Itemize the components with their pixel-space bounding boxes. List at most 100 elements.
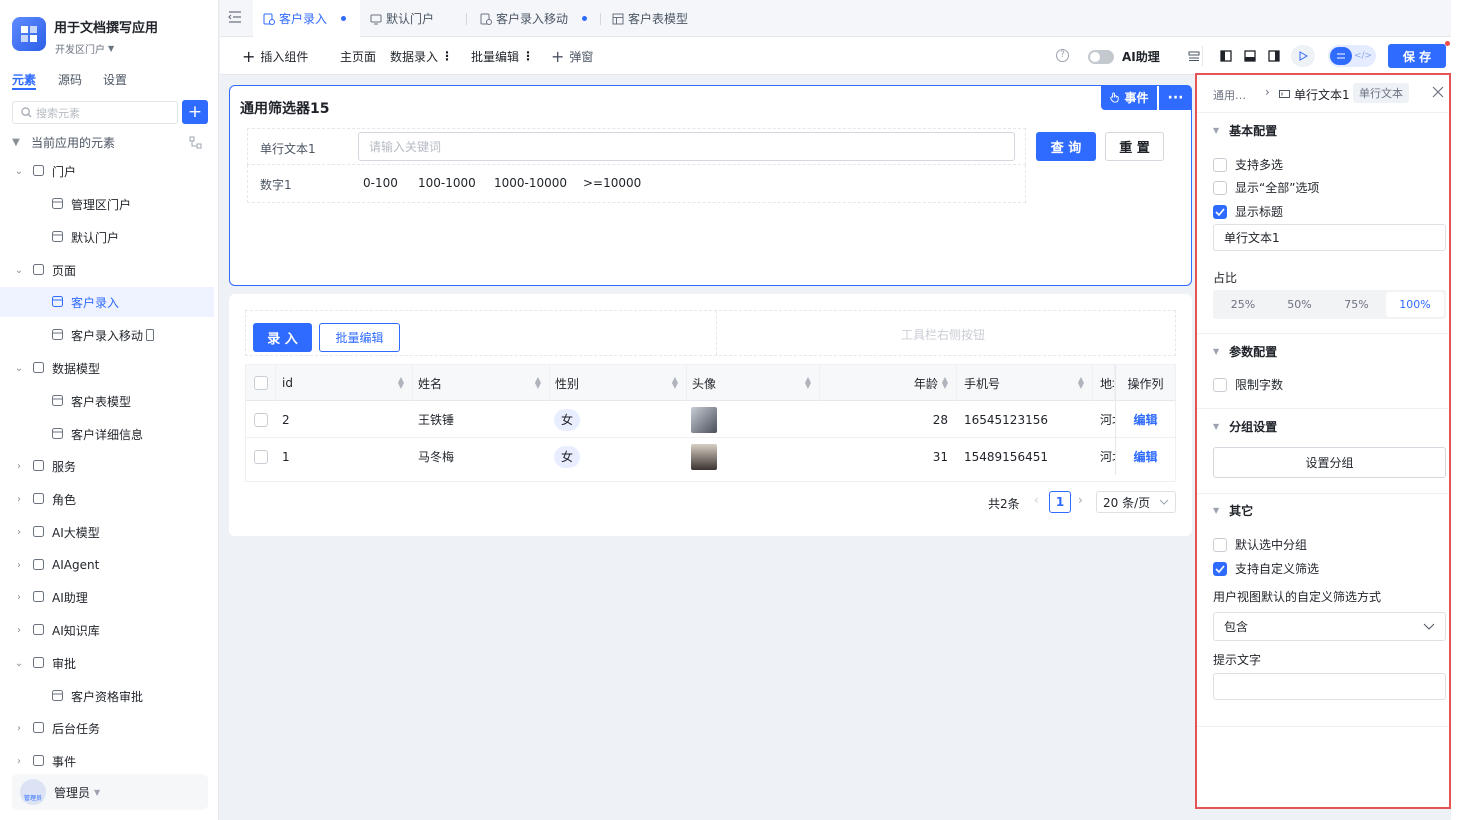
ratio-100[interactable]: 100% [1386,292,1444,317]
chevron-right-icon[interactable]: › [12,723,26,734]
sidebar-item[interactable]: › 后台任务 [0,713,214,743]
user-menu[interactable]: 管理员 管理员 ▼ [12,774,208,810]
code-mode-icon[interactable]: </> [1352,47,1374,65]
row-checkbox[interactable] [254,412,268,427]
avatar-image[interactable] [691,443,717,470]
mode-switch[interactable]: </> [1328,45,1376,67]
close-icon[interactable] [1432,86,1444,98]
breadcrumb-parent[interactable]: 通用… [1213,87,1246,103]
custom-mode-select[interactable]: 包含 [1213,612,1446,641]
tab-customer-entry[interactable]: 客户录入 [253,0,360,37]
table-row[interactable]: 1 马冬梅 女 31 15489156451 河北编辑 [246,438,1175,475]
option-multi[interactable]: 支持多选 [1213,156,1283,173]
insert-component-button[interactable]: + 插入组件 [242,37,308,75]
sidebar-item[interactable]: › 角色 [0,484,214,514]
chevron-right-icon[interactable]: › [12,461,26,472]
sidebar-item[interactable]: ⌄ 页面 [0,255,214,285]
ratio-75[interactable]: 75% [1328,292,1385,317]
sort-icon[interactable]: ▲ ▼ [1078,376,1084,390]
next-page-icon[interactable]: › [1078,493,1083,507]
sidebar-item[interactable]: › AIAgent [0,550,214,580]
sidebar-item[interactable]: 客户录入 [0,287,214,317]
sort-icon[interactable]: ▲ ▼ [942,376,948,390]
collapse-all-icon[interactable] [189,136,202,149]
show-all-checkbox[interactable] [1213,180,1227,195]
sidebar-item[interactable]: ⌄ 审批 [0,648,214,678]
layout-icon[interactable] [1188,50,1200,62]
tab-source[interactable]: 源码 [58,71,82,88]
sort-icon[interactable]: ▲ ▼ [398,376,404,390]
sidebar-item[interactable]: › AI知识库 [0,615,214,645]
avatar-image[interactable] [691,406,717,433]
search-input[interactable]: 搜索元素 [36,105,80,121]
range-option[interactable]: 100-1000 [418,176,476,190]
save-button[interactable]: 保 存 [1388,44,1446,68]
sidebar-item[interactable]: › 服务 [0,451,214,481]
portal-select[interactable]: 开发区门户 ▼ [55,41,114,56]
sidebar-item[interactable]: 客户录入移动 [0,320,214,350]
sidebar-item[interactable]: › AI助理 [0,582,214,612]
section-group[interactable]: ▼ 分组设置 [1213,418,1277,435]
design-mode-icon[interactable] [1330,47,1352,65]
sidebar-item[interactable]: 客户详细信息 [0,419,214,449]
enter-button[interactable]: 录 入 [253,323,312,352]
option-default-group[interactable]: 默认选中分组 [1213,536,1307,553]
data-entry-menu[interactable]: 数据录入 ⋮ [390,37,453,75]
select-all-checkbox[interactable] [253,376,268,390]
tree-section-current[interactable]: ▼ 当前应用的元素 [0,127,214,157]
hint-input[interactable] [1213,673,1446,700]
chevron-right-icon[interactable]: › [12,625,26,636]
tab-default-portal[interactable]: 默认门户 [370,0,466,37]
sidebar-item[interactable]: 客户资格审批 [0,681,214,711]
sort-icon[interactable]: ▲ ▼ [535,376,541,390]
title-input[interactable]: 单行文本1 [1213,224,1446,251]
range-option[interactable]: 0-100 [363,176,398,190]
sidebar-item[interactable]: ⌄ 门户 [0,156,214,186]
event-button[interactable]: 事件 [1101,85,1157,110]
chevron-down-icon[interactable]: ⌄ [12,265,26,276]
chevron-right-icon[interactable]: › [12,756,26,767]
preview-play-icon[interactable] [1291,45,1315,67]
keyword-input[interactable]: 请输入关键词 [358,132,1015,161]
sidebar-item[interactable]: › AI大模型 [0,517,214,547]
chevron-right-icon[interactable]: › [12,527,26,538]
chevron-right-icon[interactable]: › [12,560,26,571]
multi-checkbox[interactable] [1213,157,1227,172]
custom-filter-checkbox[interactable] [1213,561,1227,576]
option-custom-filter[interactable]: 支持自定义筛选 [1213,560,1319,577]
page-number[interactable]: 1 [1049,491,1071,513]
sidebar-item[interactable]: ⌄ 数据模型 [0,353,214,383]
page-size-select[interactable]: 20 条/页 [1096,491,1176,513]
set-group-button[interactable]: 设置分组 [1213,447,1446,478]
right-panel-icon[interactable] [1268,50,1280,62]
section-param[interactable]: ▼ 参数配置 [1213,343,1277,360]
sort-icon[interactable]: ▲ ▼ [805,376,811,390]
col-name[interactable]: 姓名 ▲ ▼ [413,365,550,401]
chevron-down-icon[interactable]: ⌄ [12,658,26,669]
edit-link[interactable]: 编辑 [1115,438,1175,475]
table-row[interactable]: 2 王铁锤 女 28 16545123156 河北编辑 [246,401,1175,438]
show-title-checkbox[interactable] [1213,204,1227,219]
ai-toggle[interactable] [1088,50,1114,64]
range-option[interactable]: 1000-10000 [494,176,567,190]
chevron-down-icon[interactable]: ⌄ [12,166,26,177]
search-box[interactable]: 搜索元素 [12,101,178,124]
section-other[interactable]: ▼ 其它 [1213,502,1253,519]
tab-settings[interactable]: 设置 [103,71,127,88]
sidebar-item[interactable]: › 事件 [0,746,214,776]
add-element-button[interactable]: + [182,100,208,124]
home-page-button[interactable]: 主页面 [340,37,376,75]
filter-component[interactable]: 通用筛选器15 事件 ··· 单行文本1 请输入关键词 查 询 重 置 数字1 … [229,85,1192,286]
popup-button[interactable]: + 弹窗 [551,37,593,75]
col-address[interactable]: 地址 [1093,365,1115,401]
sidebar-item[interactable]: 管理区门户 [0,189,214,219]
chevron-right-icon[interactable]: › [12,592,26,603]
sidebar-item[interactable]: 客户表模型 [0,386,214,416]
batch-edit-menu[interactable]: 批量编辑 ⋮ [471,37,534,75]
collapse-sidebar-icon[interactable] [228,11,242,23]
help-icon[interactable]: ? [1056,49,1069,62]
chevron-down-icon[interactable]: ⌄ [12,363,26,374]
limit-checkbox[interactable] [1213,377,1227,392]
col-avatar[interactable]: 头像 ▲ ▼ [687,365,820,401]
chevron-right-icon[interactable]: › [12,494,26,505]
